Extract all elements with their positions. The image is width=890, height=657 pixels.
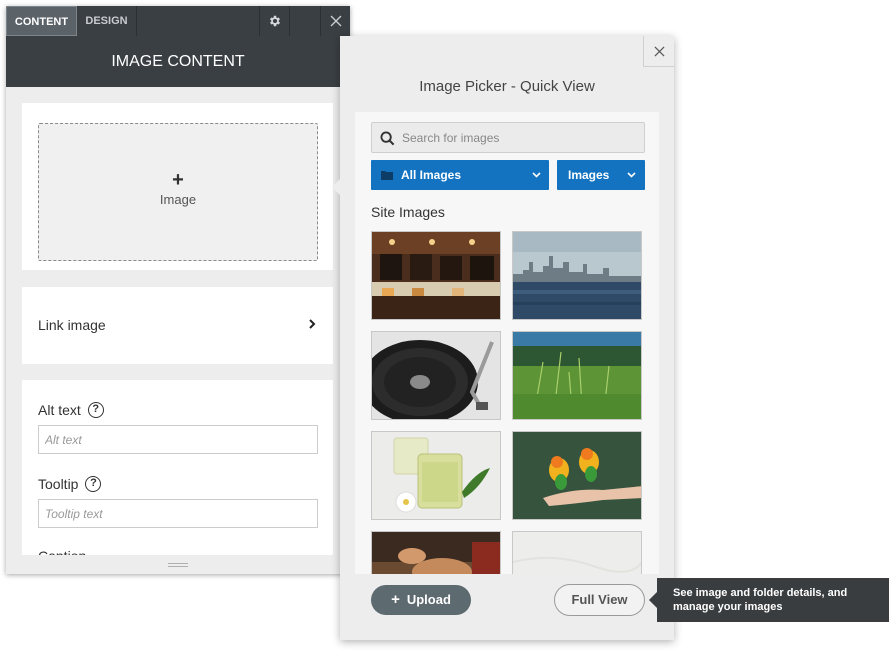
tooltip-pointer <box>649 592 657 608</box>
image-picker-dialog: Image Picker - Quick View All Images <box>332 36 674 640</box>
help-icon[interactable]: ? <box>87 402 104 418</box>
alt-text-input[interactable] <box>38 425 318 454</box>
thumbnail-coffee-shop[interactable] <box>371 231 501 320</box>
alt-text-label: Alt text <box>38 402 81 418</box>
city-skyline-image <box>513 232 641 319</box>
toolbar-spacer <box>289 6 319 36</box>
settings-button[interactable] <box>259 6 289 36</box>
plus-icon: + <box>172 169 184 191</box>
grass-field-image <box>513 332 641 419</box>
link-image-label: Link image <box>38 317 106 333</box>
picker-body: All Images Images Site Images <box>355 112 659 574</box>
tab-content[interactable]: CONTENT <box>6 6 77 36</box>
thumbnail-turntable[interactable] <box>371 331 501 420</box>
thumbnail-parrots[interactable] <box>512 431 642 520</box>
gear-icon <box>269 15 280 27</box>
candles-image <box>372 432 500 519</box>
image-content-panel: CONTENT DESIGN IMAGE CONTENT + Image Lin… <box>6 6 350 574</box>
thumbnail-hands-food[interactable] <box>371 531 501 574</box>
search-icon <box>380 131 395 146</box>
chevron-down-icon <box>532 172 541 178</box>
chevron-right-icon <box>309 319 316 329</box>
tab-design[interactable]: DESIGN <box>77 6 137 36</box>
resize-handle[interactable] <box>6 555 350 574</box>
text-fields-card: Alt text ? Tooltip ? Caption <box>22 380 333 574</box>
close-icon <box>330 15 341 27</box>
picker-title: Image Picker - Quick View <box>419 78 595 95</box>
upload-button[interactable]: + Upload <box>371 585 471 615</box>
panel-tab-bar: CONTENT DESIGN <box>6 6 350 36</box>
close-panel-button[interactable] <box>320 6 350 36</box>
hands-food-image <box>372 532 500 574</box>
thumbnail-grass-field[interactable] <box>512 331 642 420</box>
thumbnail-candles[interactable] <box>371 431 501 520</box>
image-card: + Image <box>22 103 333 270</box>
plus-icon: + <box>391 591 400 608</box>
type-dropdown[interactable]: Images <box>557 160 645 190</box>
stage: CONTENT DESIGN IMAGE CONTENT + Image Lin… <box>0 0 890 657</box>
full-view-tooltip: See image and folder details, and manage… <box>649 578 889 622</box>
close-icon <box>653 45 665 57</box>
full-view-button[interactable]: Full View <box>554 584 645 616</box>
tooltip-label: Tooltip <box>38 476 79 492</box>
link-image-row[interactable]: Link image <box>22 287 333 364</box>
tooltip-text: See image and folder details, and manage… <box>673 587 848 613</box>
close-picker-button[interactable] <box>643 36 674 67</box>
search-input[interactable] <box>402 123 640 152</box>
help-icon[interactable]: ? <box>85 476 102 492</box>
alt-text-label-row: Alt text ? <box>38 402 104 418</box>
grip-icon <box>168 563 188 567</box>
upload-label: Upload <box>406 592 451 607</box>
folder-dropdown-label: All Images <box>401 168 462 182</box>
thumbnail-marble[interactable] <box>512 531 642 574</box>
coffee-shop-image <box>372 232 500 319</box>
search-box <box>371 122 645 153</box>
folder-icon <box>381 171 393 180</box>
parrots-image <box>513 432 641 519</box>
turntable-image <box>372 332 500 419</box>
thumbnail-city-skyline[interactable] <box>512 231 642 320</box>
marble-image <box>513 532 641 574</box>
chevron-down-icon <box>627 172 636 178</box>
site-images-heading: Site Images <box>371 204 445 220</box>
tooltip-label-row: Tooltip ? <box>38 476 102 492</box>
image-dropzone[interactable]: + Image <box>38 123 318 261</box>
tooltip-text-input[interactable] <box>38 499 318 528</box>
panel-title: IMAGE CONTENT <box>6 36 350 87</box>
type-dropdown-label: Images <box>568 168 610 182</box>
picker-pointer <box>332 178 341 196</box>
image-label: Image <box>159 192 197 207</box>
folder-dropdown[interactable]: All Images <box>371 160 549 190</box>
